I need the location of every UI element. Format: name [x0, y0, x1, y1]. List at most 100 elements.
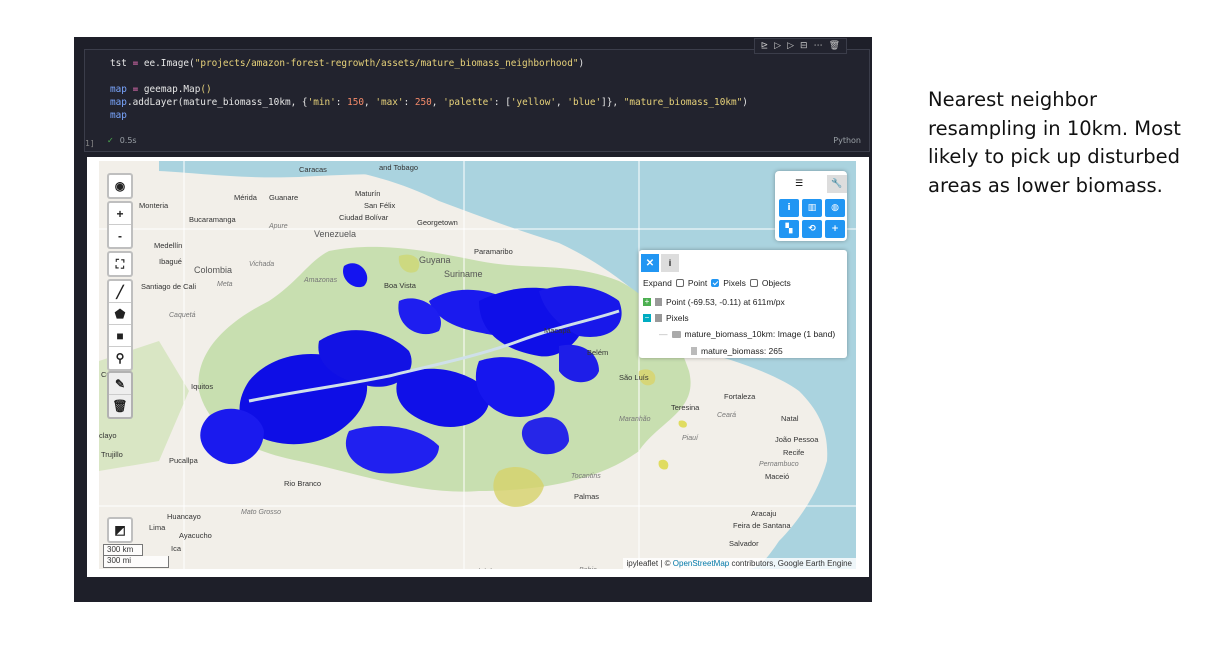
code-token: )	[578, 58, 585, 69]
reset-tool-button[interactable]: ⟲	[802, 220, 822, 238]
map-place-label: Paramaribo	[474, 247, 513, 256]
map-place-label: Maceió	[765, 472, 790, 481]
run-above-icon[interactable]: ▷	[774, 41, 781, 51]
expand-pixels-checkbox[interactable]	[711, 279, 720, 287]
basemap-tool-button[interactable]: ◍	[825, 199, 845, 217]
tree-point-row[interactable]: + Point (-69.53, -0.11) at 611m/px	[643, 297, 785, 307]
map-place-label: Ayacucho	[179, 531, 212, 540]
fullscreen-control[interactable]: ⛶	[107, 251, 133, 277]
tree-value-row: mature_biomass: 265	[691, 346, 783, 356]
wrench-icon[interactable]: 🔧	[827, 175, 847, 193]
map-place-label: Macapá	[544, 326, 571, 335]
draw-toolbar: ╱ ⬟ ■ ⚲	[107, 279, 133, 371]
map-place-label: Mato Grosso	[241, 509, 282, 516]
edit-toolbar: ✎ 🗑	[107, 371, 133, 419]
execution-count: 1]	[85, 139, 95, 148]
tree-layer-row[interactable]: — mature_biomass_10km: Image (1 band)	[659, 329, 835, 339]
code-line[interactable]: map	[110, 109, 748, 122]
close-icon[interactable]: ✕	[641, 254, 659, 272]
code-line[interactable]: tst = ee.Image("projects/amazon-forest-r…	[110, 57, 748, 70]
draw-polyline-button[interactable]: ╱	[109, 281, 131, 303]
run-below-icon[interactable]: ▷	[787, 41, 794, 51]
map-place-label: Ibagué	[159, 257, 182, 266]
globe-control[interactable]: ◉	[107, 173, 133, 199]
map-place-label: Santiago de Cali	[141, 282, 197, 291]
expand-point-checkbox[interactable]	[675, 279, 684, 287]
draw-polygon-button[interactable]: ⬟	[109, 303, 131, 325]
draw-rectangle-button[interactable]: ■	[109, 325, 131, 347]
layers-icon[interactable]: ☰	[789, 175, 809, 193]
map-place-label: Ceará	[717, 412, 737, 419]
cell-output: Caracas and Tobago Mérida Guanare Maturín San…	[87, 157, 869, 577]
expand-label: Expand	[643, 278, 672, 288]
cell-language[interactable]: Python	[833, 136, 861, 145]
map-place-label: São Luís	[619, 373, 649, 382]
zoom-out-button[interactable]: -	[109, 225, 131, 247]
layer-row-text: mature_biomass_10km: Image (1 band)	[684, 329, 836, 339]
code-token: ,	[364, 97, 376, 108]
map-place-label: Caracas	[299, 165, 327, 174]
map-place-label: Maranhão	[619, 416, 651, 423]
code-token: map	[110, 110, 127, 121]
layer-toggle-icon[interactable]: ◩	[109, 519, 131, 541]
delete-layers-button[interactable]: 🗑	[109, 395, 131, 417]
code-token: 'blue'	[567, 97, 602, 108]
draw-marker-button[interactable]: ⚲	[109, 347, 131, 369]
split-cell-icon[interactable]: ⊟	[800, 41, 808, 51]
split-map-tool-button[interactable]: ▚	[779, 220, 799, 238]
map-place-label: Pucallpa	[169, 456, 198, 465]
globe-icon[interactable]: ◉	[109, 175, 131, 197]
zoom-in-button[interactable]: +	[109, 203, 131, 225]
map-place-label: Colombia	[194, 265, 233, 275]
map-place-label: Aracaju	[751, 509, 777, 518]
code-line[interactable]: map = geemap.Map()	[110, 83, 748, 96]
map-view[interactable]: Caracas and Tobago Mérida Guanare Maturín San…	[99, 161, 856, 569]
osm-link[interactable]: OpenStreetMap	[673, 559, 729, 568]
map-place-label: and Tobago	[379, 163, 419, 172]
run-by-line-icon[interactable]: ⊵	[761, 41, 769, 51]
map-place-label: Natal	[781, 414, 799, 423]
code-editor[interactable]: tst = ee.Image("projects/amazon-forest-r…	[110, 57, 748, 122]
map-place-label: Medellín	[154, 241, 183, 250]
map-place-label: Feira de Santana	[733, 521, 791, 530]
code-token: :	[403, 97, 415, 108]
map-place-label: Tocantins	[571, 473, 601, 480]
more-icon[interactable]: ⋯	[814, 41, 823, 51]
expand-objects-checkbox[interactable]	[749, 279, 758, 287]
layer-control[interactable]: ◩	[107, 517, 133, 543]
fullscreen-icon[interactable]: ⛶	[109, 253, 131, 275]
info-icon[interactable]: i	[661, 254, 679, 272]
map-place-label: Maturín	[355, 189, 381, 198]
folder-icon	[671, 330, 681, 338]
list-icon	[655, 314, 662, 322]
map-place-label: Palmas	[574, 492, 600, 501]
map-place-label: Teresina	[671, 403, 700, 412]
code-token: map	[110, 97, 127, 108]
map-place-label: San Félix	[364, 201, 396, 210]
more-tools-button[interactable]: +	[825, 220, 845, 238]
code-token: 250	[414, 97, 432, 108]
code-line[interactable]: map.addLayer(mature_biomass_10km, {'min'…	[110, 96, 748, 109]
code-token: ]},	[601, 97, 624, 108]
code-line[interactable]	[110, 70, 748, 83]
edit-layers-button[interactable]: ✎	[109, 373, 131, 395]
delete-icon[interactable]: 🗑	[829, 41, 840, 51]
success-check-icon: ✓	[107, 136, 114, 145]
plotting-tool-button[interactable]: ▥	[802, 199, 822, 217]
map-place-label: Recife	[783, 448, 805, 457]
code-token: ee.Image(	[138, 58, 195, 69]
execution-status: ✓ 0.5s	[107, 136, 137, 145]
map-place-label: Lima	[149, 523, 166, 532]
code-token: ,	[431, 97, 444, 108]
code-token: :	[335, 97, 348, 108]
tree-pixels-row[interactable]: − Pixels	[643, 313, 689, 323]
inspector-tool-button[interactable]: i	[779, 199, 799, 217]
map-place-label: Meta	[217, 281, 233, 288]
code-cell[interactable]: ⊵ ▷ ▷ ⊟ ⋯ 🗑 tst = ee.Image("projects/amazon-f…	[84, 38, 870, 152]
code-token: geemap.Map	[138, 84, 201, 95]
collapse-minus-icon[interactable]: −	[643, 314, 651, 322]
code-token: ,	[556, 97, 568, 108]
map-place-label: Boa Vista	[384, 281, 416, 290]
expand-plus-icon[interactable]: +	[643, 298, 651, 306]
inspector-panel: ✕ i Expand Point Pixels Objects + Point …	[639, 250, 847, 358]
